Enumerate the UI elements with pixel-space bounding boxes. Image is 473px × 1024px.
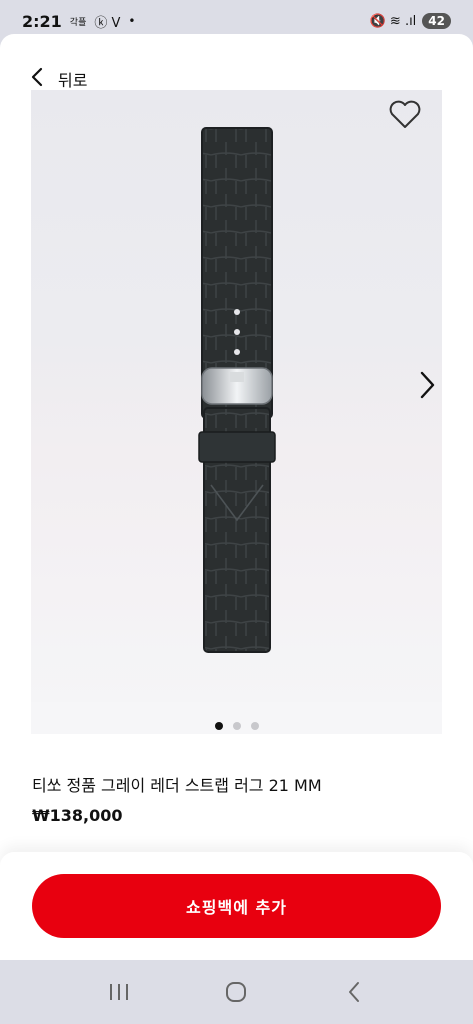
carousel-dots bbox=[0, 722, 473, 730]
status-dot: • bbox=[128, 14, 136, 28]
keeper-loop bbox=[198, 431, 276, 463]
carousel-dot[interactable] bbox=[250, 722, 259, 730]
bottom-action-bar: 쇼핑백에 추가 bbox=[0, 852, 473, 960]
add-to-bag-button[interactable]: 쇼핑백에 추가 bbox=[32, 874, 441, 938]
battery-badge: 42 bbox=[422, 13, 451, 29]
carousel-dot-active[interactable] bbox=[214, 722, 223, 730]
status-right: 🔇 ≋ .ıl 42 bbox=[370, 13, 451, 29]
status-left: 2:21 각플 ⓚ V • bbox=[22, 12, 135, 31]
product-image[interactable] bbox=[31, 90, 442, 702]
home-icon[interactable] bbox=[216, 972, 256, 1012]
system-nav-bar bbox=[0, 960, 473, 1024]
status-icons: 🔇 ≋ .ıl bbox=[369, 13, 417, 29]
product-name: 티쏘 정품 그레이 레더 스트랩 러그 21 MM bbox=[32, 776, 322, 795]
watch-strap-image bbox=[198, 127, 276, 653]
back-icon[interactable] bbox=[334, 972, 374, 1012]
carrier-label: 각플 bbox=[69, 17, 87, 28]
status-time: 2:21 bbox=[22, 11, 62, 31]
chevron-right-icon[interactable] bbox=[416, 370, 438, 404]
heart-icon[interactable] bbox=[388, 100, 422, 134]
recents-icon[interactable] bbox=[99, 972, 139, 1012]
carousel-dot[interactable] bbox=[232, 722, 241, 730]
chevron-left-icon bbox=[30, 67, 44, 91]
notification-icons: ⓚ V bbox=[94, 15, 121, 31]
back-label: 뒤로 bbox=[58, 71, 88, 90]
product-price: ₩138,000 bbox=[32, 806, 123, 825]
product-sheet: 뒤로 티쏘 정품 그레이 레더 스트랩 러그 21 MM ₩138,000 쇼핑… bbox=[0, 34, 473, 960]
